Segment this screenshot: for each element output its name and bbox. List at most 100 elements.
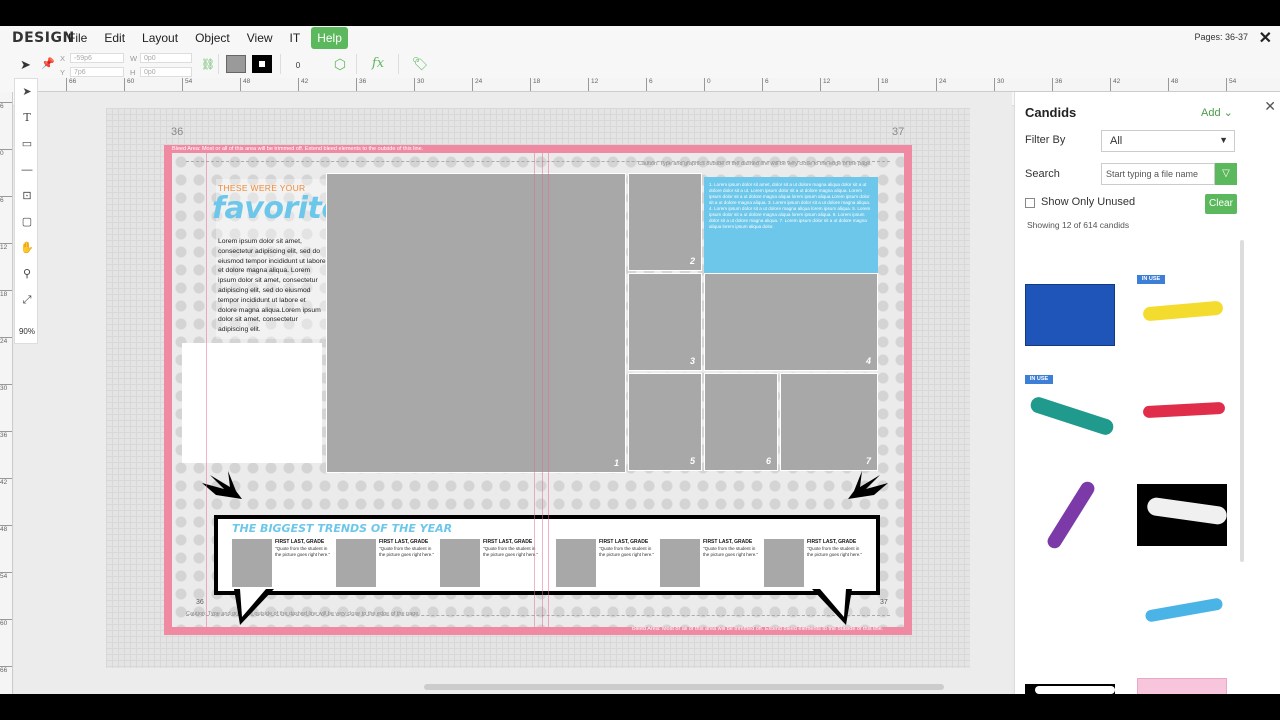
filter-select[interactable]: All ▼ (1101, 130, 1235, 152)
filter-icon[interactable]: ▽ (1215, 163, 1237, 185)
hand-tool-icon[interactable]: ✋ (15, 237, 39, 259)
pin-icon[interactable]: 📌 (41, 57, 55, 70)
candid-thumb[interactable] (1137, 678, 1227, 694)
trend-item[interactable]: FIRST LAST, GRADE "Quote from the studen… (232, 537, 335, 589)
add-button[interactable]: Add ⌄ (1201, 106, 1233, 119)
menu-file[interactable]: File (62, 27, 93, 49)
clear-button[interactable]: Clear (1205, 194, 1237, 214)
menu-object[interactable]: Object (189, 27, 236, 49)
hexagon-icon[interactable]: ⬡ (328, 53, 352, 75)
trend-item[interactable]: FIRST LAST, GRADE "Quote from the studen… (440, 537, 543, 589)
close-panel-icon[interactable]: ✕ (1264, 98, 1276, 115)
tag-icon[interactable]: 🏷 (408, 53, 432, 75)
trend-item[interactable]: FIRST LAST, GRADE "Quote from the studen… (556, 537, 659, 589)
menu-it[interactable]: IT (284, 27, 307, 49)
photo-number: 4 (865, 356, 871, 366)
stroke-color-swatch[interactable] (252, 55, 272, 73)
ruler-tick: 36 (1052, 78, 1062, 91)
zoom-level[interactable]: 90% (15, 327, 39, 336)
ruler-tick: 6 (762, 78, 769, 91)
body-copy[interactable]: Lorem ipsum dolor sit amet, consectetur … (218, 237, 326, 335)
trend-photo[interactable] (556, 539, 596, 587)
zoom-tool-icon[interactable]: ⚲ (15, 263, 39, 285)
trend-photo[interactable] (764, 539, 804, 587)
trend-photo[interactable] (440, 539, 480, 587)
w-field[interactable]: 0p0 (140, 53, 192, 63)
candid-thumb[interactable] (1025, 284, 1115, 346)
photo-frame[interactable]: 4 (704, 273, 878, 371)
menu-bar: DESIGN File Edit Layout Object View IT H… (0, 26, 1280, 50)
search-input[interactable]: Start typing a file name (1101, 163, 1215, 185)
candid-thumb[interactable] (1025, 384, 1116, 446)
close-icon[interactable]: ✕ (1259, 28, 1272, 48)
ruler-tick: 18 (0, 290, 12, 298)
ruler-tick: 60 (0, 619, 12, 627)
photo-frame[interactable]: 6 (704, 373, 778, 471)
filter-label: Filter By (1025, 134, 1066, 146)
candid-thumb[interactable] (1137, 484, 1228, 546)
line-tool-icon[interactable]: — (15, 159, 39, 181)
menu-help[interactable]: Help (311, 27, 348, 49)
app-window: DESIGN File Edit Layout Object View IT H… (0, 26, 1280, 694)
trend-item[interactable]: FIRST LAST, GRADE "Quote from the studen… (764, 537, 867, 589)
trends-banner[interactable]: THE BIGGEST TRENDS OF THE YEAR FIRST LAS… (214, 515, 880, 595)
candid-thumb[interactable] (1025, 684, 1115, 694)
trend-name: FIRST LAST, GRADE (807, 539, 857, 545)
divider (398, 54, 399, 74)
ruler-tick: 66 (0, 666, 12, 674)
ruler-left: 6061218243036424854606672 (0, 92, 13, 694)
trend-photo[interactable] (232, 539, 272, 587)
pages-indicator: Pages: 36-37 (1194, 32, 1248, 42)
candid-thumb[interactable] (1137, 284, 1227, 346)
ruler-tick: 12 (0, 243, 12, 251)
menu-layout[interactable]: Layout (136, 27, 184, 49)
trend-photo[interactable] (336, 539, 376, 587)
select-tool-icon[interactable]: ➤ (15, 81, 39, 103)
banner-title[interactable]: THE BIGGEST TRENDS OF THE YEAR (232, 522, 452, 535)
photo-frame[interactable]: 3 (628, 273, 702, 371)
h-field[interactable]: 0p0 (140, 67, 192, 77)
photo-frame[interactable]: 2 (628, 173, 702, 271)
ruler-tick: 24 (0, 337, 12, 345)
panel-scrollbar[interactable] (1240, 240, 1244, 562)
fill-color-swatch[interactable] (226, 55, 246, 73)
w-label: W (130, 54, 138, 63)
trend-item[interactable]: FIRST LAST, GRADE "Quote from the studen… (336, 537, 439, 589)
ruler-tick: 24 (472, 78, 482, 91)
menu-edit[interactable]: Edit (98, 27, 131, 49)
candid-thumb[interactable] (1137, 584, 1227, 646)
in-use-badge: IN USE (1025, 375, 1053, 384)
y-field[interactable]: 7p6 (70, 67, 124, 77)
trend-quote: "Quote from the student in the picture g… (379, 546, 435, 557)
menu-view[interactable]: View (241, 27, 279, 49)
page-spread[interactable]: Bleed Area: Most or all of this area wil… (164, 145, 912, 635)
stroke-weight-icon[interactable]: 0 (286, 53, 310, 75)
candid-thumb[interactable] (1137, 384, 1227, 446)
trend-photo[interactable] (660, 539, 700, 587)
ruler-tick: 42 (1110, 78, 1120, 91)
photo-frame[interactable]: 7 (780, 373, 878, 471)
select-arrow-icon[interactable]: ➤ (20, 57, 31, 73)
link-icon[interactable]: ⛓ (201, 58, 215, 71)
trend-item[interactable]: FIRST LAST, GRADE "Quote from the studen… (660, 537, 763, 589)
ruler-tick: 18 (530, 78, 540, 91)
rectangle-tool-icon[interactable]: ▭ (15, 133, 39, 155)
image-frame-tool-icon[interactable]: ⊡ (15, 185, 39, 207)
trend-quote: "Quote from the student in the picture g… (483, 546, 539, 557)
caption-box[interactable]: 1. Lorem ipsum dolor sit amet, dolor sit… (704, 177, 878, 275)
ruler-tick: 18 (878, 78, 888, 91)
fit-tool-icon[interactable]: ⤢ (15, 289, 39, 311)
text-tool-icon[interactable]: T (15, 107, 39, 129)
safe-line (186, 615, 890, 616)
results-count: Showing 12 of 614 candids (1027, 220, 1130, 230)
canvas[interactable]: 36 37 Bleed Area: Most or all of this ar… (14, 92, 1012, 694)
show-unused-checkbox[interactable] (1025, 198, 1035, 208)
horizontal-scrollbar[interactable] (424, 684, 944, 690)
photo-frame[interactable]: 5 (628, 373, 702, 471)
fx-icon[interactable]: fx (366, 53, 390, 75)
banner-tail-left-icon (234, 589, 274, 625)
candid-thumb[interactable] (1025, 478, 1115, 554)
x-field[interactable]: -59p6 (70, 53, 124, 63)
photo-frame[interactable]: 1 (326, 173, 626, 473)
comment-tool-icon[interactable]: ▢ (15, 211, 39, 233)
